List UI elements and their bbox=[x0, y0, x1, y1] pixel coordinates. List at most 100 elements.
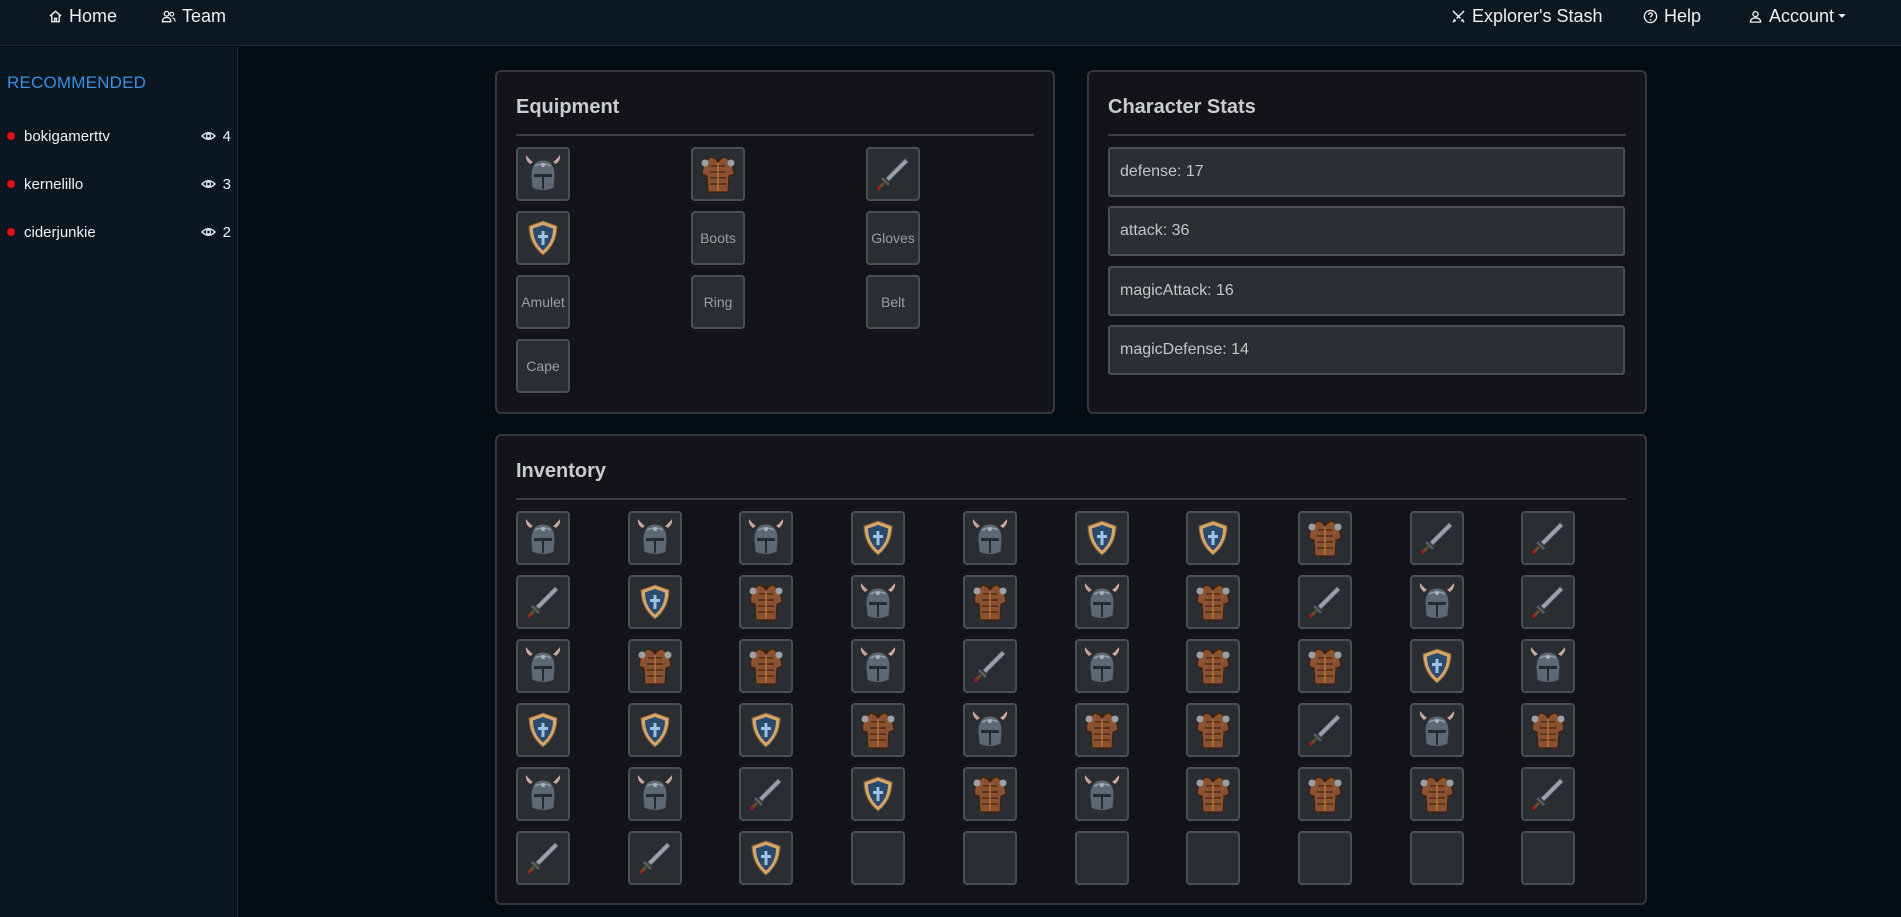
inventory-item[interactable] bbox=[1521, 511, 1576, 565]
inventory-item[interactable] bbox=[739, 639, 794, 693]
inventory-item[interactable] bbox=[1074, 703, 1129, 757]
streamer-name: ciderjunkie bbox=[24, 223, 96, 241]
armor-icon bbox=[701, 156, 735, 193]
divider bbox=[516, 134, 1034, 136]
inventory-item[interactable] bbox=[1297, 575, 1352, 629]
inventory-item[interactable] bbox=[739, 831, 794, 885]
inventory-item[interactable] bbox=[1297, 703, 1352, 757]
inventory-item[interactable] bbox=[627, 767, 682, 821]
inventory-item[interactable] bbox=[1297, 511, 1352, 565]
helmet-icon bbox=[525, 519, 561, 556]
inventory-item[interactable] bbox=[851, 575, 906, 629]
inventory-item[interactable] bbox=[739, 767, 794, 821]
inventory-slot-empty[interactable] bbox=[1074, 831, 1129, 885]
equip-slot-helmet[interactable] bbox=[516, 147, 570, 201]
inventory-item[interactable] bbox=[851, 639, 906, 693]
equipment-title: Equipment bbox=[516, 96, 620, 118]
nav-home[interactable]: Home bbox=[48, 6, 117, 26]
equip-slot-sword[interactable] bbox=[866, 147, 920, 201]
inventory-item[interactable] bbox=[739, 703, 794, 757]
inventory-item[interactable] bbox=[1297, 639, 1352, 693]
armor-icon bbox=[1531, 712, 1565, 749]
inventory-item[interactable] bbox=[627, 831, 682, 885]
equip-slot-ring[interactable]: Ring bbox=[691, 275, 745, 329]
inventory-item[interactable] bbox=[516, 575, 570, 629]
inventory-item[interactable] bbox=[1409, 767, 1464, 821]
nav-account[interactable]: Account bbox=[1748, 6, 1847, 26]
helmet-icon bbox=[637, 519, 672, 556]
inventory-item[interactable] bbox=[962, 639, 1017, 693]
nav-team[interactable]: Team bbox=[161, 6, 226, 26]
inventory-slot-empty[interactable] bbox=[1186, 831, 1241, 885]
inventory-item[interactable] bbox=[739, 575, 794, 629]
inventory-item[interactable] bbox=[1521, 767, 1576, 821]
nav-explorers-stash[interactable]: Explorer's Stash bbox=[1451, 6, 1603, 26]
equip-slot-amulet[interactable]: Amulet bbox=[516, 275, 570, 329]
inventory-item[interactable] bbox=[1186, 703, 1241, 757]
inventory-item[interactable] bbox=[627, 575, 682, 629]
inventory-item[interactable] bbox=[627, 703, 682, 757]
equip-slot-gloves[interactable]: Gloves bbox=[866, 211, 920, 265]
slot-label: Amulet bbox=[521, 294, 565, 310]
inventory-item[interactable] bbox=[739, 511, 794, 565]
inventory-slot-empty[interactable] bbox=[1409, 831, 1464, 885]
inventory-item[interactable] bbox=[1186, 511, 1241, 565]
inventory-item[interactable] bbox=[516, 703, 570, 757]
armor-icon bbox=[749, 648, 784, 685]
equip-slot-belt[interactable]: Belt bbox=[866, 275, 920, 329]
streamer-item[interactable]: ciderjunkie 2 bbox=[7, 221, 231, 243]
helmet-icon bbox=[1084, 583, 1119, 620]
inventory-slot-empty[interactable] bbox=[1297, 831, 1352, 885]
nav-help[interactable]: Help bbox=[1643, 6, 1701, 26]
streamer-item[interactable]: kernelillo 3 bbox=[7, 173, 231, 195]
inventory-slot-empty[interactable] bbox=[962, 831, 1017, 885]
shield-icon bbox=[528, 220, 558, 256]
inventory-item[interactable] bbox=[516, 639, 570, 693]
team-icon bbox=[161, 10, 176, 22]
shield-icon bbox=[1422, 648, 1452, 684]
inventory-item[interactable] bbox=[851, 767, 906, 821]
inventory-item[interactable] bbox=[1521, 639, 1576, 693]
inventory-item[interactable] bbox=[962, 511, 1017, 565]
inventory-item[interactable] bbox=[962, 575, 1017, 629]
inventory-item[interactable] bbox=[1409, 575, 1464, 629]
helmet-icon bbox=[525, 775, 561, 812]
inventory-item[interactable] bbox=[516, 511, 570, 565]
sword-icon bbox=[877, 158, 909, 190]
inventory-item[interactable] bbox=[1074, 639, 1129, 693]
inventory-slot-empty[interactable] bbox=[1521, 831, 1576, 885]
inventory-item[interactable] bbox=[1521, 575, 1576, 629]
inventory-item[interactable] bbox=[1409, 639, 1464, 693]
streamer-item[interactable]: bokigamerttv 4 bbox=[7, 125, 231, 147]
inventory-item[interactable] bbox=[627, 639, 682, 693]
inventory-item[interactable] bbox=[1074, 511, 1129, 565]
inventory-item[interactable] bbox=[516, 767, 570, 821]
sword-icon bbox=[973, 650, 1006, 682]
inventory-item[interactable] bbox=[1521, 703, 1576, 757]
inventory-item[interactable] bbox=[962, 703, 1017, 757]
inventory-item[interactable] bbox=[516, 831, 570, 885]
equip-slot-cape[interactable]: Cape bbox=[516, 339, 570, 393]
inventory-item[interactable] bbox=[1409, 511, 1464, 565]
inventory-item[interactable] bbox=[1297, 767, 1352, 821]
slot-label: Cape bbox=[526, 358, 560, 374]
equip-slot-armor[interactable] bbox=[691, 147, 745, 201]
inventory-item[interactable] bbox=[627, 511, 682, 565]
shield-icon bbox=[640, 712, 670, 748]
inventory-slot-empty[interactable] bbox=[851, 831, 906, 885]
inventory-item[interactable] bbox=[1186, 639, 1241, 693]
streamer-name: kernelillo bbox=[24, 175, 84, 193]
equip-slot-boots[interactable]: Boots bbox=[691, 211, 745, 265]
inventory-item[interactable] bbox=[851, 511, 906, 565]
inventory-item[interactable] bbox=[1186, 767, 1241, 821]
inventory-item[interactable] bbox=[851, 703, 906, 757]
helmet-icon bbox=[972, 711, 1007, 748]
helmet-icon bbox=[525, 155, 561, 192]
inventory-item[interactable] bbox=[1409, 703, 1464, 757]
equip-slot-shield[interactable] bbox=[516, 211, 570, 265]
inventory-item[interactable] bbox=[1186, 575, 1241, 629]
inventory-item[interactable] bbox=[962, 767, 1017, 821]
nav-home-label: Home bbox=[69, 5, 118, 26]
inventory-item[interactable] bbox=[1074, 767, 1129, 821]
inventory-item[interactable] bbox=[1074, 575, 1129, 629]
